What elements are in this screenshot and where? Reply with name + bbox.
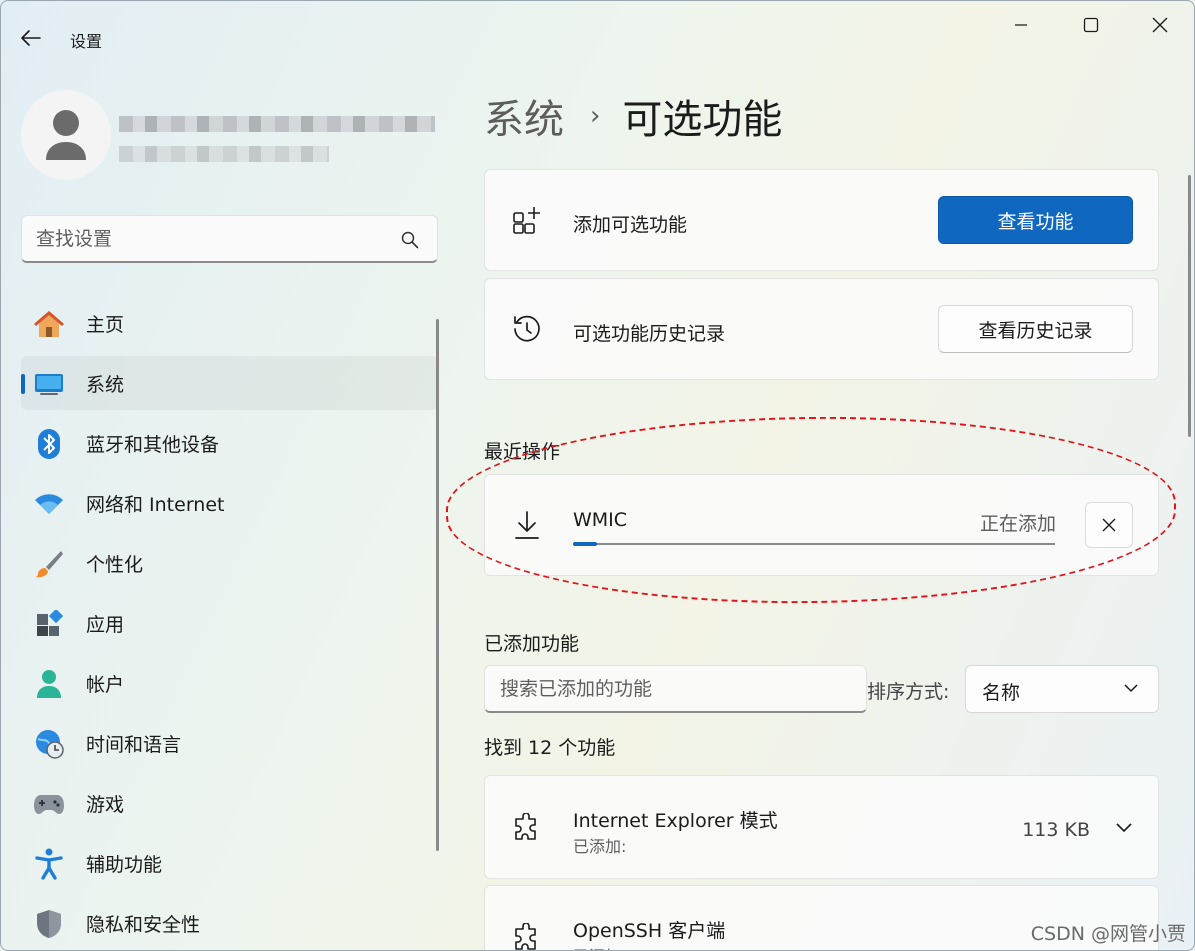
install-progress-fill — [573, 542, 598, 546]
shield-icon — [33, 908, 65, 940]
added-features-search-input[interactable] — [500, 676, 850, 702]
app-title: 设置 — [70, 32, 103, 51]
install-progress-bar — [573, 542, 1055, 546]
breadcrumb: 系统 › 可选功能 — [484, 87, 782, 145]
sidebar-item-gaming[interactable]: 游戏 — [21, 776, 438, 830]
bluetooth-icon — [33, 428, 65, 460]
maximize-icon — [1083, 17, 1099, 33]
feature-size: 113 KB — [1022, 819, 1090, 841]
added-features-heading: 已添加功能 — [484, 633, 580, 655]
accessibility-icon — [33, 848, 65, 880]
feature-name: OpenSSH 客户端 — [573, 920, 726, 942]
apps-icon — [33, 608, 65, 640]
add-feature-title: 添加可选功能 — [573, 214, 688, 236]
maximize-button[interactable] — [1068, 7, 1114, 43]
sidebar-item-label: 主页 — [86, 313, 125, 336]
install-status: 正在添加 — [979, 513, 1056, 535]
added-features-search-box[interactable] — [484, 665, 867, 713]
watermark: CSDN @网管小贾 — [1030, 923, 1186, 945]
active-indicator — [21, 374, 25, 394]
sidebar-item-label: 游戏 — [86, 793, 125, 816]
profile-name-redacted — [119, 116, 435, 132]
system-display-icon — [33, 368, 65, 400]
sidebar-item-label: 时间和语言 — [86, 733, 182, 756]
view-history-button[interactable]: 查看历史记录 — [938, 305, 1133, 353]
close-icon — [1102, 518, 1116, 532]
settings-search-input[interactable] — [36, 226, 376, 252]
sort-dropdown[interactable]: 名称 — [965, 665, 1159, 713]
sidebar-item-personalization[interactable]: 个性化 — [21, 536, 438, 590]
sidebar-item-system[interactable]: 系统 — [21, 356, 438, 410]
sidebar-item-home[interactable]: 主页 — [21, 296, 438, 350]
sidebar-item-time-language[interactable]: 时间和语言 — [21, 716, 438, 770]
settings-window: 设置 主页 系统 — [0, 0, 1195, 951]
back-arrow-icon — [21, 30, 41, 46]
puzzle-icon — [511, 922, 543, 950]
feature-name: Internet Explorer 模式 — [573, 810, 778, 832]
sidebar-item-label: 帐户 — [86, 673, 125, 696]
sidebar-item-label: 网络和 Internet — [86, 493, 225, 516]
download-icon — [511, 509, 543, 541]
home-icon — [33, 308, 65, 340]
wifi-icon — [33, 488, 65, 520]
sidebar-item-apps[interactable]: 应用 — [21, 596, 438, 650]
user-icon — [46, 110, 86, 160]
sidebar-item-bluetooth[interactable]: 蓝牙和其他设备 — [21, 416, 438, 470]
puzzle-icon — [511, 812, 543, 844]
breadcrumb-separator: › — [590, 101, 601, 131]
avatar[interactable] — [21, 90, 111, 180]
recent-actions-heading: 最近操作 — [484, 441, 561, 463]
settings-search-box[interactable] — [21, 215, 438, 263]
recent-item-name: WMIC — [573, 509, 628, 531]
add-apps-icon — [511, 204, 543, 236]
cancel-install-button[interactable] — [1085, 502, 1133, 548]
feature-added-date: 已添加: — [573, 943, 626, 950]
view-features-button[interactable]: 查看功能 — [938, 196, 1133, 244]
sidebar-item-label: 蓝牙和其他设备 — [86, 433, 220, 456]
feature-added-date: 已添加: — [573, 837, 627, 856]
recent-action-item: WMIC 正在添加 — [484, 474, 1159, 576]
chevron-down-icon[interactable] — [1116, 823, 1132, 833]
sidebar-item-label: 个性化 — [86, 553, 144, 576]
close-button[interactable] — [1137, 7, 1183, 43]
history-icon — [511, 313, 543, 345]
title-bar: 设置 — [1, 1, 1194, 51]
profile-email-redacted — [119, 146, 329, 162]
chevron-down-icon — [1124, 684, 1138, 693]
sidebar-item-label: 应用 — [86, 613, 125, 636]
sidebar-item-label: 隐私和安全性 — [86, 913, 201, 936]
feature-row[interactable]: Internet Explorer 模式 已添加: 113 KB — [484, 775, 1159, 879]
add-feature-card: 添加可选功能 查看功能 — [484, 169, 1159, 271]
history-title: 可选功能历史记录 — [573, 323, 726, 345]
account-icon — [33, 668, 65, 700]
page-title: 可选功能 — [622, 97, 783, 143]
close-icon — [1152, 17, 1168, 33]
sort-label: 排序方式: — [867, 681, 950, 703]
search-icon — [401, 231, 419, 249]
minimize-icon — [1015, 24, 1027, 26]
feature-count: 找到 12 个功能 — [484, 737, 616, 759]
back-button[interactable] — [15, 23, 47, 53]
minimize-button[interactable] — [998, 7, 1044, 43]
sidebar-item-privacy[interactable]: 隐私和安全性 — [21, 896, 438, 950]
sidebar-item-label: 系统 — [86, 373, 125, 396]
gamepad-icon — [33, 788, 65, 820]
sidebar-item-network[interactable]: 网络和 Internet — [21, 476, 438, 530]
sidebar-item-label: 辅助功能 — [86, 853, 163, 876]
breadcrumb-parent[interactable]: 系统 — [484, 87, 564, 145]
globe-clock-icon — [33, 728, 65, 760]
sidebar-item-accounts[interactable]: 帐户 — [21, 656, 438, 710]
sort-value: 名称 — [982, 682, 1021, 704]
paintbrush-icon — [33, 548, 65, 580]
history-card: 可选功能历史记录 查看历史记录 — [484, 278, 1159, 380]
sidebar-item-accessibility[interactable]: 辅助功能 — [21, 836, 438, 890]
sidebar-scrollbar[interactable] — [436, 319, 439, 851]
sidebar-nav: 主页 系统 蓝牙和其他设备 网络和 Internet 个性化 应用 帐户 时间和… — [21, 296, 438, 950]
main-scrollbar[interactable] — [1188, 175, 1191, 437]
